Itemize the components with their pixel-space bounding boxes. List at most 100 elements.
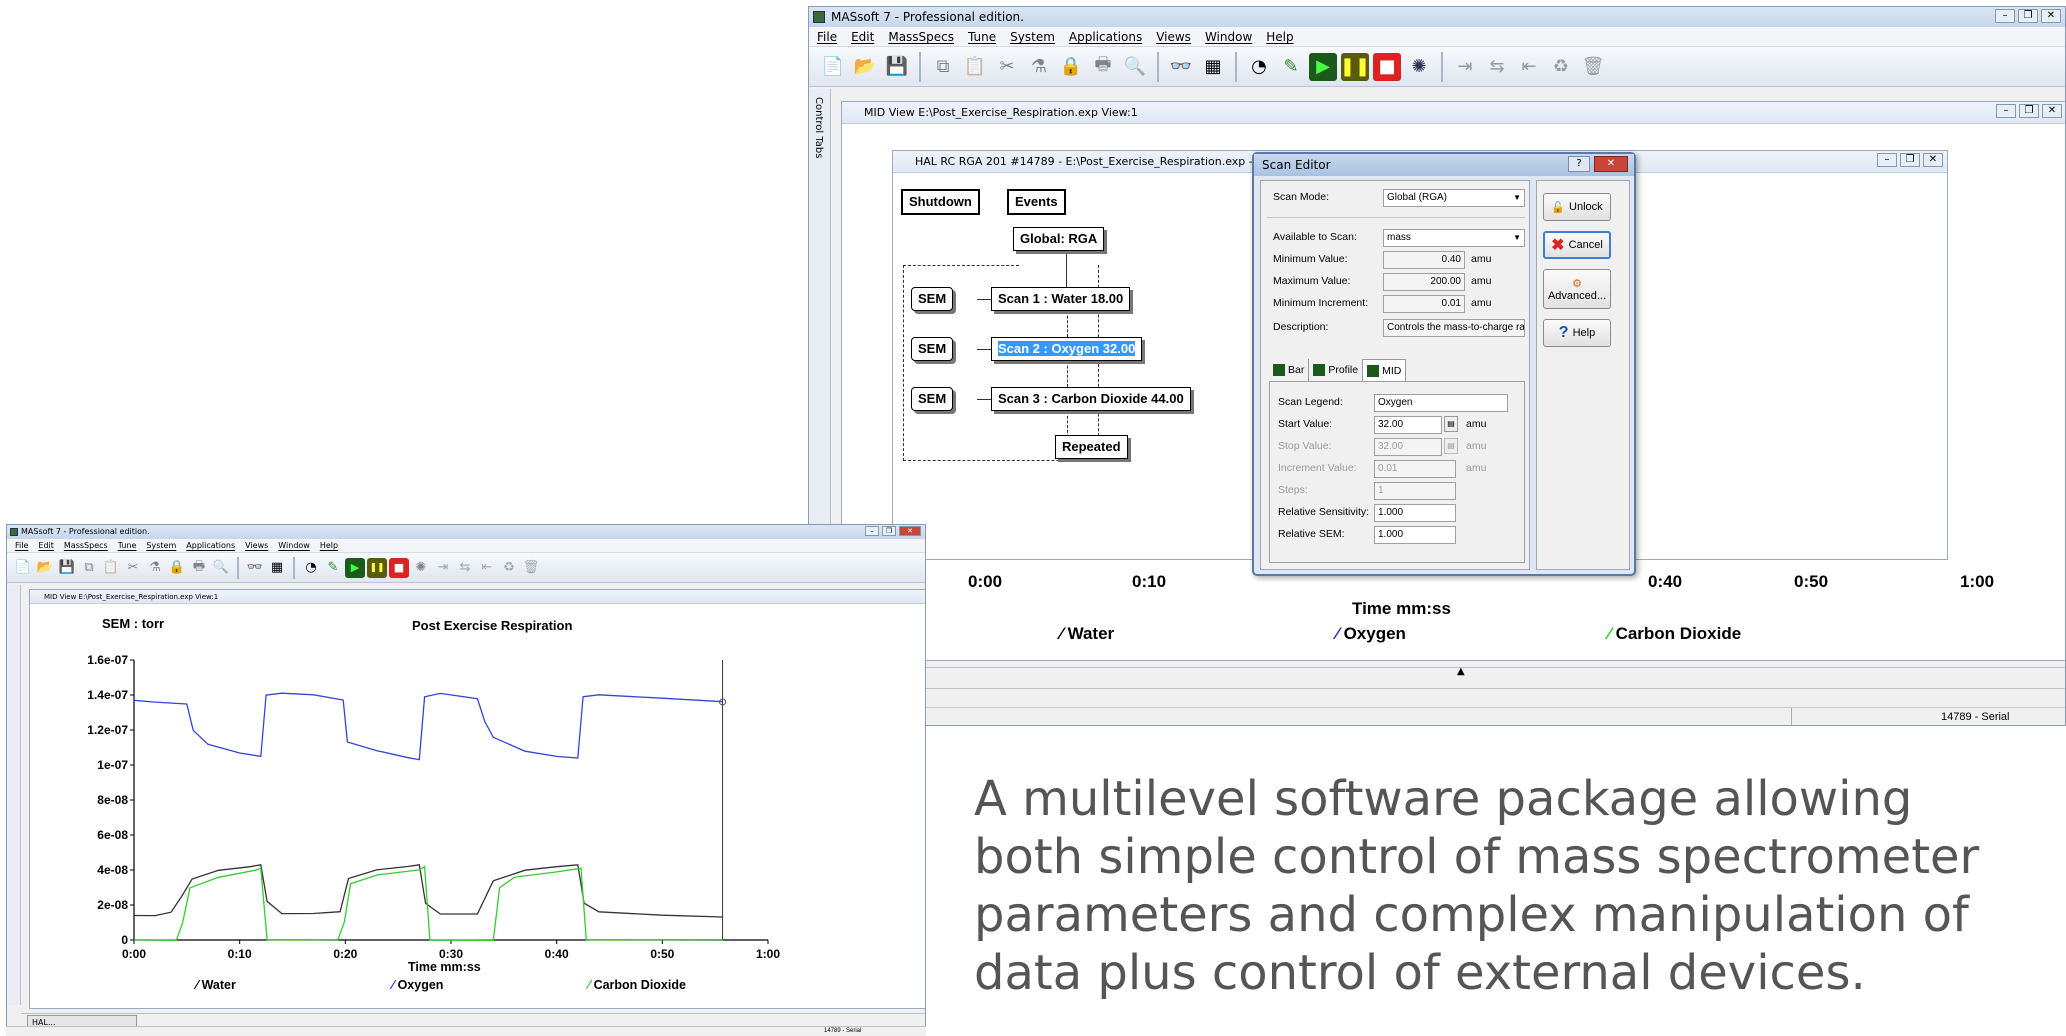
small-pause-icon[interactable]: ❚❚: [367, 557, 387, 578]
rel-sem-input[interactable]: 1.000: [1374, 526, 1456, 544]
play-icon[interactable]: ▶: [1309, 52, 1337, 81]
tab-mid[interactable]: MID: [1362, 359, 1407, 381]
mid-restore-button[interactable]: ❐: [2019, 104, 2039, 118]
tab-profile[interactable]: Profile: [1308, 359, 1362, 381]
menu-window[interactable]: Window: [1205, 27, 1252, 46]
increment-input[interactable]: 0.01: [1374, 460, 1456, 478]
tab-bar-chart[interactable]: Bar: [1269, 359, 1308, 381]
disabled-tool-2-icon[interactable]: ⇆: [1483, 53, 1511, 81]
available-select[interactable]: mass ▼: [1383, 229, 1525, 247]
shutdown-node[interactable]: Shutdown: [901, 189, 980, 215]
mid-close-button[interactable]: ✕: [2042, 104, 2062, 118]
small-disabled-5-icon[interactable]: 🗑: [521, 558, 541, 578]
small-disabled-4-icon[interactable]: ♻: [499, 558, 519, 578]
sem-node-1[interactable]: SEM: [911, 287, 954, 311]
menu-applications[interactable]: Applications: [1069, 27, 1142, 46]
small-menu-edit[interactable]: Edit: [38, 539, 54, 552]
small-menu-applications[interactable]: Applications: [186, 539, 235, 552]
print-icon[interactable]: 🖶: [1089, 53, 1117, 81]
rga-close-button[interactable]: ✕: [1923, 153, 1943, 167]
lock-icon[interactable]: 🔒: [1057, 53, 1085, 81]
disabled-tool-4-icon[interactable]: ♻: [1547, 53, 1575, 81]
network-icon[interactable]: ✺: [1405, 53, 1433, 81]
gauge-icon[interactable]: ◔: [1245, 53, 1273, 81]
repeated-node[interactable]: Repeated: [1055, 435, 1128, 459]
save-icon[interactable]: 💾: [883, 53, 911, 81]
small-network-icon[interactable]: ✺: [411, 558, 431, 578]
binoculars-icon[interactable]: 👓: [1167, 53, 1195, 81]
minimize-button[interactable]: –: [1995, 9, 2015, 23]
tune-icon[interactable]: ✎: [1277, 53, 1305, 81]
small-disabled-1-icon[interactable]: ⇥: [433, 558, 453, 578]
scan-1-node[interactable]: Scan 1 : Water 18.00: [991, 287, 1131, 311]
small-gauge-icon[interactable]: ◔: [301, 558, 321, 578]
filter-icon[interactable]: ⚗: [1025, 53, 1053, 81]
mid-minimize-button[interactable]: –: [1996, 104, 2016, 118]
small-paste-icon[interactable]: 📋: [101, 558, 121, 578]
small-stop-icon[interactable]: ■: [389, 557, 409, 578]
rga-minimize-button[interactable]: –: [1877, 153, 1897, 167]
small-table-icon[interactable]: ▦: [267, 558, 287, 578]
restore-button[interactable]: ❐: [2018, 9, 2038, 23]
menu-views[interactable]: Views: [1156, 27, 1191, 46]
scan-3-node[interactable]: Scan 3 : Carbon Dioxide 44.00: [991, 387, 1191, 411]
table-icon[interactable]: ▦: [1199, 53, 1227, 81]
global-node[interactable]: Global: RGA: [1013, 227, 1105, 251]
small-new-file-icon[interactable]: 📄: [13, 558, 33, 578]
pause-icon[interactable]: ❚❚: [1340, 52, 1370, 81]
stop-icon[interactable]: ■: [1373, 52, 1401, 81]
small-control-tabs-strip[interactable]: [7, 585, 21, 1005]
small-binoculars-icon[interactable]: 👓: [245, 558, 265, 578]
rel-sens-input[interactable]: 1.000: [1374, 504, 1456, 522]
small-menu-help[interactable]: Help: [320, 539, 338, 552]
small-menu-massspecs[interactable]: MassSpecs: [64, 539, 108, 552]
small-save-icon[interactable]: 💾: [57, 558, 77, 578]
new-file-icon[interactable]: 📄: [819, 53, 847, 81]
small-print-icon[interactable]: 🖶: [189, 558, 209, 578]
small-disabled-2-icon[interactable]: ⇆: [455, 558, 475, 578]
open-folder-icon[interactable]: 📂: [851, 53, 879, 81]
cut-icon[interactable]: ✂: [993, 53, 1021, 81]
small-play-icon[interactable]: ▶: [345, 557, 365, 578]
small-open-folder-icon[interactable]: 📂: [35, 558, 55, 578]
scan-legend-input[interactable]: Oxygen: [1374, 394, 1508, 412]
start-input[interactable]: 32.00: [1374, 416, 1442, 434]
scan-2-node[interactable]: Scan 2 : Oxygen 32.00: [991, 337, 1143, 361]
disabled-tool-3-icon[interactable]: ⇤: [1515, 53, 1543, 81]
small-tune-icon[interactable]: ✎: [323, 558, 343, 578]
copy-icon[interactable]: ⧉: [929, 53, 957, 81]
menu-edit[interactable]: Edit: [851, 27, 874, 46]
small-copy-icon[interactable]: ⧉: [79, 558, 99, 578]
disabled-tool-1-icon[interactable]: ⇥: [1451, 53, 1479, 81]
print-preview-icon[interactable]: 🔍: [1121, 53, 1149, 81]
menu-tune[interactable]: Tune: [968, 27, 996, 46]
menu-file[interactable]: File: [817, 27, 837, 46]
small-close-button[interactable]: ✕: [899, 526, 921, 536]
sem-node-2[interactable]: SEM: [911, 337, 954, 361]
dialog-help-icon[interactable]: ?: [1568, 156, 1590, 172]
small-lock-icon[interactable]: 🔒: [167, 558, 187, 578]
main-splitter[interactable]: ▲: [809, 666, 2065, 689]
dialog-close-icon[interactable]: ✕: [1594, 156, 1628, 172]
small-menu-window[interactable]: Window: [278, 539, 310, 552]
rga-restore-button[interactable]: ❐: [1900, 153, 1920, 167]
small-menu-tune[interactable]: Tune: [118, 539, 137, 552]
events-node[interactable]: Events: [1007, 189, 1066, 215]
help-button[interactable]: ? Help: [1543, 319, 1611, 347]
scan-mode-select[interactable]: Global (RGA) ▼: [1383, 189, 1525, 207]
start-picker-icon[interactable]: ▤: [1444, 416, 1458, 432]
small-disabled-3-icon[interactable]: ⇤: [477, 558, 497, 578]
paste-icon[interactable]: 📋: [961, 53, 989, 81]
sem-node-3[interactable]: SEM: [911, 387, 954, 411]
unlock-button[interactable]: 🔓 Unlock: [1543, 193, 1611, 221]
tab-bar[interactable]: Bar Profile MID: [1269, 359, 1407, 381]
advanced-button[interactable]: ⚙ Advanced...: [1543, 269, 1611, 309]
stop-input[interactable]: 32.00: [1374, 438, 1442, 456]
disabled-tool-5-icon[interactable]: 🗑: [1579, 53, 1607, 81]
menu-help[interactable]: Help: [1266, 27, 1293, 46]
steps-input[interactable]: 1: [1374, 482, 1456, 500]
small-menu-views[interactable]: Views: [245, 539, 268, 552]
cancel-button[interactable]: ✖ Cancel: [1543, 231, 1611, 259]
small-cut-icon[interactable]: ✂: [123, 558, 143, 578]
close-button[interactable]: ✕: [2041, 9, 2061, 23]
